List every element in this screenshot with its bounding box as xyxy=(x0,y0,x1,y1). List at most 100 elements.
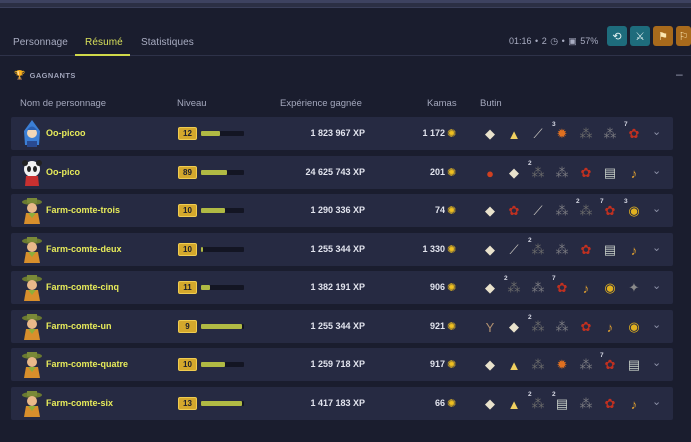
column-header-level: Niveau xyxy=(177,98,207,109)
collapse-button[interactable]: – xyxy=(676,67,683,81)
loot-item-icon[interactable]: ▲ xyxy=(503,393,525,415)
loot-item-icon[interactable]: ▤ xyxy=(599,239,621,261)
loot-item-icon[interactable]: Y xyxy=(479,316,501,338)
loot-item-icon[interactable]: ✹ 3 xyxy=(551,121,573,145)
challenge-icon-2[interactable]: ⚔ xyxy=(630,26,650,46)
challenge-icon-3[interactable]: ⚑ xyxy=(653,26,673,46)
loot-item-icon[interactable]: ⁂ 2 xyxy=(527,314,549,338)
loot-item-icon[interactable]: ▤ xyxy=(623,354,645,376)
challenge-icon-4[interactable]: ⚐ xyxy=(676,26,691,46)
character-name[interactable]: Farm-comte-six xyxy=(46,398,113,408)
loot-item-icon[interactable]: ⁂ xyxy=(527,354,549,376)
loot-glyph: ◆ xyxy=(485,396,495,411)
loot-item-icon[interactable]: ⁂ 2 xyxy=(527,160,549,184)
player-row[interactable]: Farm-comte-six 13 1 417 183 XP 66 ✺ ◆ ▲ ⁂ 2 ▤ 2 ⁂ ✿ ♪… xyxy=(11,387,673,420)
loot-item-icon[interactable]: ⁂ 2 xyxy=(575,198,597,222)
loot-item-icon[interactable]: ⟋ xyxy=(527,200,549,222)
kamas-gained: 1 172 xyxy=(422,128,445,138)
loot-item-icon[interactable]: ♪ xyxy=(623,393,645,415)
player-row[interactable]: Farm-comte-un 9 1 255 344 XP 921 ✺ Y ◆ ⁂ 2 ⁂ ✿ ♪ ◉ ⌄ xyxy=(11,310,673,343)
chevron-down-icon[interactable]: ⌄ xyxy=(652,241,661,254)
loot-item-icon[interactable]: ▲ xyxy=(503,123,525,145)
loot-item-icon[interactable]: ▤ xyxy=(599,162,621,184)
loot-item-icon[interactable]: ⁂ xyxy=(575,123,597,145)
loot-item-icon[interactable]: ✿ xyxy=(575,316,597,338)
chevron-down-icon[interactable]: ⌄ xyxy=(652,395,661,408)
loot-item-icon[interactable]: ▲ xyxy=(503,354,525,376)
loot-item-icon[interactable]: ♪ xyxy=(623,162,645,184)
loot-item-icon[interactable]: ✿ xyxy=(503,200,525,222)
loot-item-icon[interactable]: ♪ xyxy=(599,316,621,338)
player-row[interactable]: Oo-picoo 12 1 823 967 XP 1 172 ✺ ◆ ▲ ⟋ ✹ 3 ⁂ ⁂ ✿ 7 ⌄ xyxy=(11,117,673,150)
loot-item-icon[interactable]: ✦ xyxy=(623,277,645,299)
chevron-down-icon[interactable]: ⌄ xyxy=(652,356,661,369)
player-row[interactable]: Farm-comte-cinq 11 1 382 191 XP 906 ✺ ◆ ⁂ 2 ⁂ ✿ 7 ♪… xyxy=(11,271,673,304)
loot-item-icon[interactable]: ✿ xyxy=(575,239,597,261)
loot-item-icon[interactable]: ✿ 7 xyxy=(623,121,645,145)
loot-list: ◆ ▲ ⁂ ✹ ⁂ ✿ 7 ▤ xyxy=(479,352,645,376)
tab-personnage[interactable]: Personnage xyxy=(13,37,68,48)
loot-quantity: 2 xyxy=(528,391,532,398)
character-name[interactable]: Farm-comte-deux xyxy=(46,244,122,254)
loot-item-icon[interactable]: ⁂ xyxy=(599,123,621,145)
kamas-gained: 906 xyxy=(429,282,445,292)
loot-list: ◆ ▲ ⟋ ✹ 3 ⁂ ⁂ ✿ 7 xyxy=(479,121,645,145)
loot-item-icon[interactable]: ◆ xyxy=(479,354,501,376)
loot-item-icon[interactable]: ◆ xyxy=(503,316,525,338)
loot-item-icon[interactable]: ◆ xyxy=(479,200,501,222)
character-name[interactable]: Farm-comte-quatre xyxy=(46,359,128,369)
loot-item-icon[interactable]: ✿ 7 xyxy=(551,275,573,299)
loot-item-icon[interactable]: ◆ xyxy=(479,393,501,415)
loot-item-icon[interactable]: ⁂ xyxy=(575,393,597,415)
player-row[interactable]: Farm-comte-trois 10 1 290 336 XP 74 ✺ ◆ ✿ ⟋ ⁂ ⁂ 2 ✿… xyxy=(11,194,673,227)
loot-item-icon[interactable]: ◆ xyxy=(503,162,525,184)
loot-quantity: 7 xyxy=(552,275,556,282)
loot-item-icon[interactable]: ● xyxy=(479,162,501,184)
loot-item-icon[interactable]: ⟋ xyxy=(527,123,549,145)
chevron-down-icon[interactable]: ⌄ xyxy=(652,202,661,215)
loot-item-icon[interactable]: ✿ xyxy=(599,393,621,415)
loot-item-icon[interactable]: ⁂ xyxy=(551,162,573,184)
character-name[interactable]: Farm-comte-cinq xyxy=(46,282,119,292)
player-row[interactable]: Oo-pico 89 24 625 743 XP 201 ✺ ● ◆ ⁂ 2 ⁂ ✿ ▤ ♪ ⌄ xyxy=(11,156,673,189)
loot-item-icon[interactable]: ◆ xyxy=(479,239,501,261)
chevron-down-icon[interactable]: ⌄ xyxy=(652,279,661,292)
loot-item-icon[interactable]: ⁂ xyxy=(551,200,573,222)
loot-item-icon[interactable]: ◉ xyxy=(623,316,645,338)
loot-item-icon[interactable]: ⁂ xyxy=(527,277,549,299)
loot-item-icon[interactable]: ⁂ 2 xyxy=(527,391,549,415)
tab-statistiques[interactable]: Statistiques xyxy=(141,37,194,48)
chevron-down-icon[interactable]: ⌄ xyxy=(652,164,661,177)
chevron-down-icon[interactable]: ⌄ xyxy=(652,318,661,331)
chevron-down-icon[interactable]: ⌄ xyxy=(652,125,661,138)
character-name[interactable]: Oo-picoo xyxy=(46,128,86,138)
loot-item-icon[interactable]: ◆ xyxy=(479,277,501,299)
character-name[interactable]: Farm-comte-un xyxy=(46,321,112,331)
loot-item-icon[interactable]: ▤ 2 xyxy=(551,391,573,415)
player-row[interactable]: Farm-comte-quatre 10 1 259 718 XP 917 ✺ ◆ ▲ ⁂ ✹ ⁂… xyxy=(11,348,673,381)
loot-item-icon[interactable]: ✿ 7 xyxy=(599,352,621,376)
loot-item-icon[interactable]: ♪ xyxy=(623,239,645,261)
level-progress-bar xyxy=(201,285,244,290)
loot-item-icon[interactable]: ◆ xyxy=(479,123,501,145)
loot-item-icon[interactable]: ✹ xyxy=(551,354,573,376)
loot-item-icon[interactable]: ✿ 7 xyxy=(599,198,621,222)
loot-item-icon[interactable]: ✿ xyxy=(575,162,597,184)
loot-item-icon[interactable]: ♪ xyxy=(575,277,597,299)
loot-item-icon[interactable]: ⟋ xyxy=(503,239,525,261)
character-name[interactable]: Farm-comte-trois xyxy=(46,205,120,215)
loot-item-icon[interactable]: ◉ xyxy=(599,277,621,299)
loot-item-icon[interactable]: ⁂ xyxy=(551,316,573,338)
loot-item-icon[interactable]: ◉ 3 xyxy=(623,198,645,222)
character-name[interactable]: Oo-pico xyxy=(46,167,80,177)
level-progress-fill xyxy=(201,285,210,290)
loot-item-icon[interactable]: ⁂ xyxy=(575,354,597,376)
tab-resume[interactable]: Résumé xyxy=(85,37,123,48)
loot-item-icon[interactable]: ⁂ xyxy=(551,239,573,261)
player-row[interactable]: Farm-comte-deux 10 1 255 344 XP 1 330 ✺ ◆ ⟋ ⁂ 2 ⁂… xyxy=(11,233,673,266)
loot-glyph: ✿ xyxy=(604,357,616,372)
loot-item-icon[interactable]: ⁂ 2 xyxy=(503,275,525,299)
loot-glyph: ⁂ xyxy=(507,280,521,295)
loot-item-icon[interactable]: ⁂ 2 xyxy=(527,237,549,261)
challenge-icon-1[interactable]: ⟲ xyxy=(607,26,627,46)
